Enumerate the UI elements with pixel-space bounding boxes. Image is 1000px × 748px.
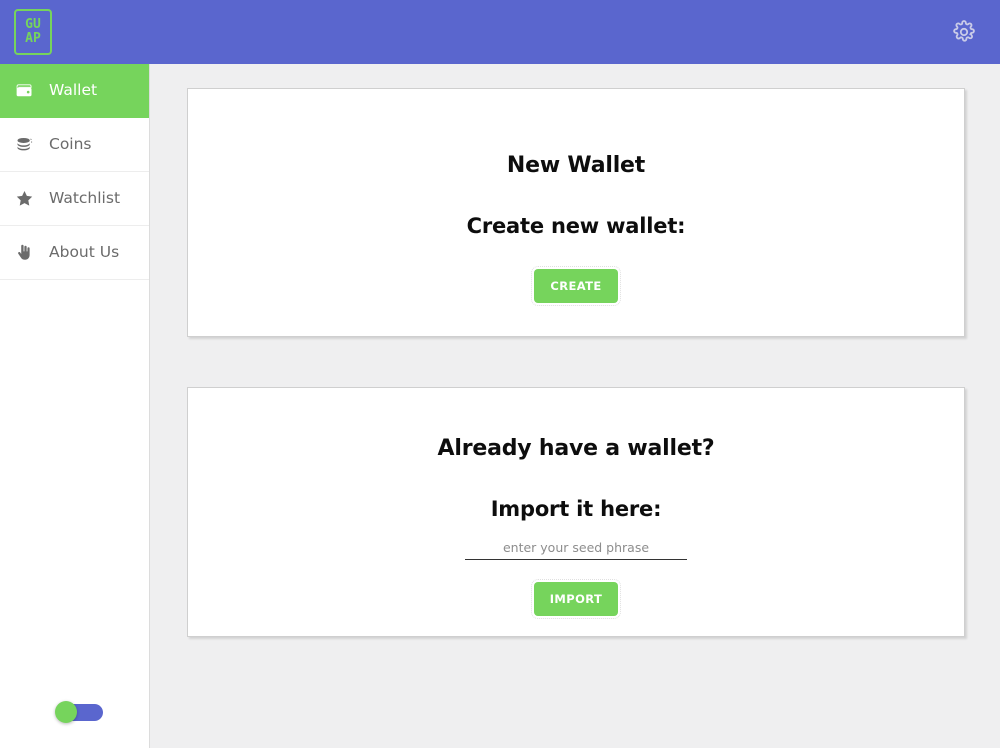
new-wallet-title: New Wallet — [506, 153, 646, 178]
coins-icon — [13, 134, 35, 156]
theme-toggle[interactable] — [55, 701, 103, 723]
main-content: New Wallet Create new wallet: CREATE Alr… — [151, 64, 1000, 748]
sidebar-item-about-us[interactable]: About Us — [0, 226, 149, 280]
theme-toggle-knob[interactable] — [55, 701, 77, 723]
import-wallet-title: Already have a wallet? — [437, 436, 715, 461]
logo-text-line-2: AP — [25, 31, 41, 46]
gear-icon — [952, 20, 976, 44]
star-icon — [13, 188, 35, 210]
app-logo[interactable]: GU AP — [14, 9, 52, 55]
create-wallet-button[interactable]: CREATE — [531, 266, 621, 306]
hand-pointing-up-icon — [13, 242, 35, 264]
logo-text-line-1: GU — [25, 17, 41, 32]
sidebar-item-label-coins: Coins — [49, 134, 92, 153]
wallet-icon — [13, 80, 35, 102]
sidebar-item-label-watchlist: Watchlist — [49, 188, 121, 207]
sidebar-item-wallet[interactable]: Wallet — [0, 64, 149, 118]
import-wallet-subtitle: Import it here: — [490, 497, 662, 521]
new-wallet-subtitle: Create new wallet: — [466, 214, 686, 238]
sidebar-item-coins[interactable]: Coins — [0, 118, 149, 172]
import-wallet-button[interactable]: IMPORT — [530, 579, 622, 619]
sidebar-item-label-about-us: About Us — [49, 242, 120, 261]
app-header: GU AP — [0, 0, 1000, 64]
sidebar-item-watchlist[interactable]: Watchlist — [0, 172, 149, 226]
seed-phrase-input[interactable] — [465, 535, 687, 560]
new-wallet-card: New Wallet Create new wallet: CREATE — [187, 88, 965, 337]
sidebar-item-label-wallet: Wallet — [49, 80, 98, 99]
import-wallet-card: Already have a wallet? Import it here: I… — [187, 387, 965, 637]
sidebar: Wallet Coins Watchlist About Us — [0, 64, 150, 748]
settings-button[interactable] — [950, 18, 978, 46]
app-root: GU AP Wallet Coins Watchlist About Us Ne… — [0, 0, 1000, 748]
